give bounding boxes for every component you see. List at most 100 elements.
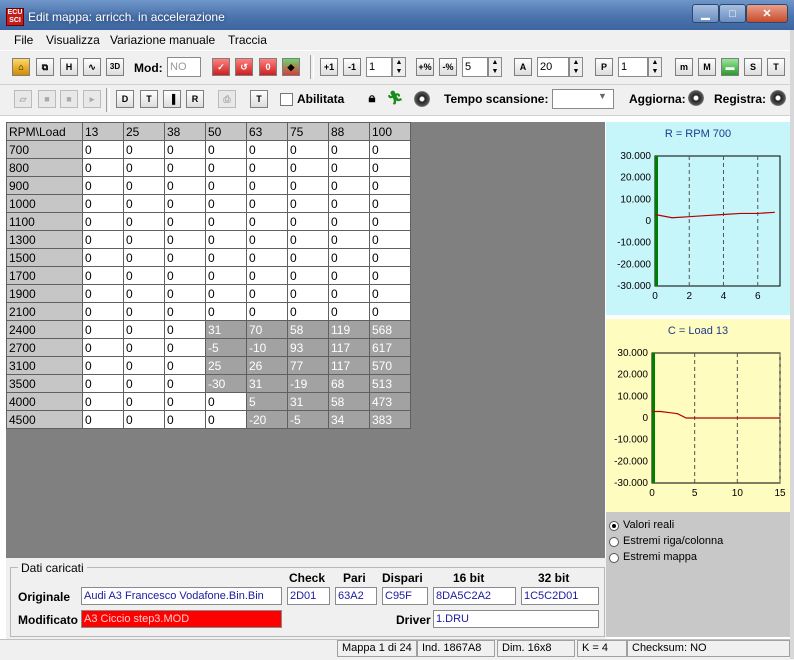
map-cell[interactable]: 0 <box>205 140 247 159</box>
map-cell[interactable]: 0 <box>205 158 247 177</box>
row-header-rpm[interactable]: 900 <box>6 176 83 195</box>
add-icon[interactable]: +1 <box>320 58 338 76</box>
map-cell[interactable]: 58 <box>328 392 370 411</box>
map-cell[interactable]: 513 <box>369 374 411 393</box>
map-cell[interactable]: 117 <box>328 338 370 357</box>
row-header-rpm[interactable]: 3500 <box>6 374 83 393</box>
map-cell[interactable]: 0 <box>246 302 288 321</box>
map-cell[interactable]: -5 <box>205 338 247 357</box>
map-cell[interactable]: 0 <box>164 284 206 303</box>
map-cell[interactable]: 0 <box>82 410 124 429</box>
map-cell[interactable]: 0 <box>205 284 247 303</box>
map-cell[interactable]: 0 <box>123 320 165 339</box>
map-cell[interactable]: 0 <box>82 284 124 303</box>
map-cell[interactable]: 31 <box>205 320 247 339</box>
map-cell[interactable]: 0 <box>123 230 165 249</box>
radio-estremi-mappa[interactable] <box>609 553 619 563</box>
map-cell[interactable]: 0 <box>246 176 288 195</box>
map-cell[interactable]: 0 <box>123 266 165 285</box>
map-cell[interactable]: 0 <box>328 284 370 303</box>
map-cell[interactable]: 0 <box>82 302 124 321</box>
map-cell[interactable]: 0 <box>287 230 329 249</box>
map-cell[interactable]: 0 <box>246 266 288 285</box>
map-cell[interactable]: 0 <box>82 356 124 375</box>
map-cell[interactable]: 58 <box>287 320 329 339</box>
map-cell[interactable]: 0 <box>328 212 370 231</box>
maximize-button[interactable]: □ <box>719 4 746 23</box>
map-cell[interactable]: 0 <box>287 194 329 213</box>
column-header-load[interactable]: 25 <box>123 122 165 141</box>
registra-button[interactable] <box>770 90 786 106</box>
row-header-rpm[interactable]: 1900 <box>6 284 83 303</box>
t-box-icon[interactable]: T <box>140 90 158 108</box>
map-cell[interactable]: 0 <box>205 266 247 285</box>
map-cell[interactable]: 0 <box>205 194 247 213</box>
undo-icon[interactable]: ↺ <box>235 58 253 76</box>
m-upper-icon[interactable]: M <box>698 58 716 76</box>
export-icon[interactable]: ▸ <box>83 90 101 108</box>
map-cell[interactable]: 34 <box>328 410 370 429</box>
t-icon[interactable]: T <box>767 58 785 76</box>
map-table[interactable]: RPM\Load 13 25 38 50 63 75 88 100 700 0 0 0 0 0 0 0 0 80… <box>6 122 411 429</box>
map-cell[interactable]: 0 <box>164 248 206 267</box>
map-cell[interactable]: 0 <box>82 266 124 285</box>
map-cell[interactable]: 0 <box>123 140 165 159</box>
map-cell[interactable]: 0 <box>164 230 206 249</box>
map-cell[interactable]: 0 <box>164 158 206 177</box>
row-header-rpm[interactable]: 1000 <box>6 194 83 213</box>
map-cell[interactable]: 0 <box>123 194 165 213</box>
map-cell[interactable]: 0 <box>123 410 165 429</box>
spin-arrows-3[interactable]: ▲ ▼ <box>569 57 583 77</box>
map-cell[interactable]: 0 <box>246 248 288 267</box>
map-cell[interactable]: 0 <box>369 284 411 303</box>
a-icon[interactable]: A <box>514 58 532 76</box>
map-cell[interactable]: 0 <box>123 158 165 177</box>
map-cell[interactable]: 0 <box>369 230 411 249</box>
map-cell[interactable]: 31 <box>287 392 329 411</box>
map-cell[interactable]: 0 <box>287 266 329 285</box>
spin-arrows-4[interactable]: ▲ ▼ <box>648 57 662 77</box>
map-cell[interactable]: 0 <box>164 266 206 285</box>
map-cell[interactable]: -19 <box>287 374 329 393</box>
column-header-load[interactable]: 75 <box>287 122 329 141</box>
map-cell[interactable]: 0 <box>205 176 247 195</box>
map-cell[interactable]: 0 <box>205 212 247 231</box>
column-header-load[interactable]: 63 <box>246 122 288 141</box>
dispari-field[interactable]: C95F <box>382 587 428 605</box>
map-cell[interactable]: 0 <box>205 302 247 321</box>
pari-field[interactable]: 63A2 <box>335 587 377 605</box>
map-cell[interactable]: 0 <box>328 140 370 159</box>
map-cell[interactable]: 0 <box>82 392 124 411</box>
spin-arrows-1[interactable]: ▲ ▼ <box>392 57 406 77</box>
map-cell[interactable]: 0 <box>328 158 370 177</box>
map-cell[interactable]: 0 <box>164 194 206 213</box>
map-cell[interactable]: 383 <box>369 410 411 429</box>
radio-valori-reali[interactable] <box>609 521 619 531</box>
chevron-down-icon[interactable]: ▼ <box>598 91 607 101</box>
map-cell[interactable]: 0 <box>82 140 124 159</box>
map-cell[interactable]: 0 <box>287 158 329 177</box>
d-icon[interactable]: D <box>116 90 134 108</box>
map-cell[interactable]: -20 <box>246 410 288 429</box>
radio-estremi-riga-colonna[interactable] <box>609 537 619 547</box>
map-cell[interactable]: 0 <box>164 392 206 411</box>
column-header-load[interactable]: 13 <box>82 122 124 141</box>
green-icon[interactable]: ▬ <box>721 58 739 76</box>
3d-view-icon[interactable]: 3D <box>106 58 124 76</box>
map-cell[interactable]: 0 <box>82 230 124 249</box>
map-cell[interactable]: 0 <box>369 140 411 159</box>
map-cell[interactable]: 0 <box>369 248 411 267</box>
check-field[interactable]: 2D01 <box>287 587 330 605</box>
stop-icon[interactable]: ■ <box>38 90 56 108</box>
map-cell[interactable]: 0 <box>328 194 370 213</box>
column-header-load[interactable]: 88 <box>328 122 370 141</box>
map-cell[interactable]: 117 <box>328 356 370 375</box>
record-indicator-icon[interactable] <box>414 91 430 107</box>
minimize-button[interactable]: ▁ <box>692 4 719 23</box>
r-icon[interactable]: R <box>186 90 204 108</box>
map-cell[interactable]: 0 <box>205 230 247 249</box>
menu-variazione-manuale[interactable]: Variazione manuale <box>110 33 215 47</box>
driver-field[interactable]: 1.DRU <box>433 610 599 628</box>
map-cell[interactable]: 31 <box>246 374 288 393</box>
row-header-rpm[interactable]: 1700 <box>6 266 83 285</box>
